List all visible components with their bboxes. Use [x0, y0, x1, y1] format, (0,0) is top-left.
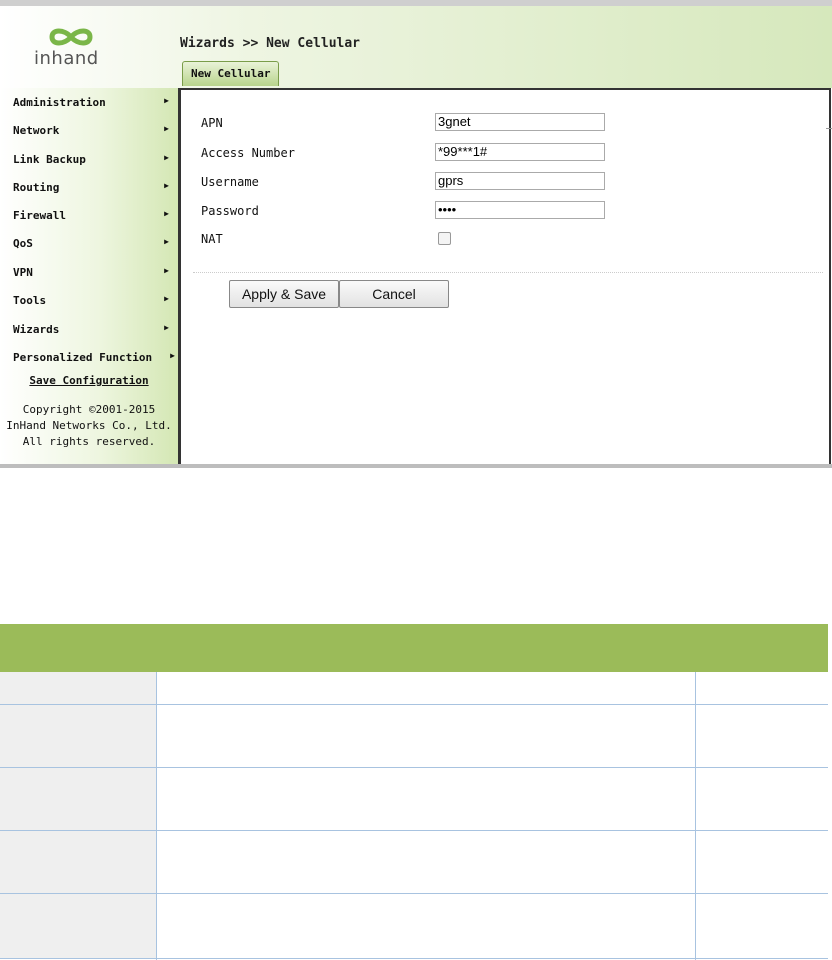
username-input[interactable]: gprs [435, 172, 605, 190]
logo-text: inhand [34, 48, 99, 69]
content-panel: APN 3gnet Access Number *99***1# Usernam… [178, 88, 831, 466]
table-row [0, 672, 828, 705]
tab-new-cellular[interactable]: New Cellular [182, 61, 280, 86]
copyright-line: Copyright ©2001-2015 [22, 403, 156, 416]
router-web-ui: inhand Wizards >> New Cellular New Cellu… [0, 0, 832, 468]
chevron-right-icon: ▶ [164, 153, 169, 162]
cancel-button[interactable]: Cancel [339, 280, 449, 308]
sidebar-item-label: Routing [13, 181, 60, 194]
apply-save-button[interactable]: Apply & Save [229, 280, 339, 308]
header: inhand Wizards >> New Cellular New Cellu… [0, 6, 832, 88]
sidebar-item-wizards[interactable]: Wizards ▶ [13, 323, 169, 336]
parameter-table [0, 624, 828, 960]
nat-label: NAT [201, 232, 223, 246]
sidebar-item-label: Tools [13, 294, 47, 307]
sidebar-item-firewall[interactable]: Firewall ▶ [13, 209, 169, 222]
table-cell [0, 831, 156, 893]
sidebar-item-qos[interactable]: QoS ▶ [13, 237, 169, 250]
chevron-right-icon: ▶ [164, 294, 169, 303]
username-label: Username [201, 175, 259, 189]
copyright: Copyright ©2001-2015 InHand Networks Co.… [0, 402, 178, 450]
sidebar-item-vpn[interactable]: VPN ▶ [13, 266, 169, 279]
sidebar-item-administration[interactable]: Administration ▶ [13, 96, 169, 109]
nat-checkbox[interactable] [438, 232, 451, 245]
chevron-right-icon: ▶ [164, 209, 169, 218]
scrollbar-edge [826, 128, 832, 129]
copyright-line: InHand Networks Co., Ltd. [6, 419, 172, 432]
table-divider [695, 672, 696, 960]
sidebar-item-label: Wizards [13, 323, 60, 336]
sidebar-item-routing[interactable]: Routing ▶ [13, 181, 169, 194]
table-cell [0, 672, 156, 704]
sidebar-item-label: Personalized Function [13, 351, 153, 364]
inhand-logo: inhand [30, 26, 110, 76]
table-row [0, 831, 828, 894]
password-label: Password [201, 204, 259, 218]
sidebar-item-label: Link Backup [13, 153, 86, 166]
sidebar-item-label: Network [13, 124, 60, 137]
table-cell [0, 705, 156, 767]
chevron-right-icon: ▶ [164, 96, 169, 105]
sidebar-item-label: Firewall [13, 209, 66, 222]
password-input[interactable]: •••• [435, 201, 605, 219]
chevron-right-icon: ▶ [170, 351, 175, 360]
divider [193, 272, 823, 273]
chevron-right-icon: ▶ [164, 181, 169, 190]
save-configuration-link[interactable]: Save Configuration [0, 374, 178, 387]
breadcrumb: Wizards >> New Cellular [180, 36, 361, 51]
sidebar: Administration ▶ Network ▶ Link Backup ▶… [0, 88, 178, 464]
chevron-right-icon: ▶ [164, 266, 169, 275]
access-number-input[interactable]: *99***1# [435, 143, 605, 161]
table-cell [0, 894, 156, 958]
table-divider [156, 672, 157, 960]
table-cell [0, 768, 156, 830]
sidebar-item-network[interactable]: Network ▶ [13, 124, 169, 137]
table-row [0, 705, 828, 768]
window-bottom-frame [0, 464, 832, 468]
apn-label: APN [201, 116, 223, 130]
sidebar-item-label: VPN [13, 266, 33, 279]
sidebar-item-label: Administration [13, 96, 106, 109]
access-number-label: Access Number [201, 146, 295, 160]
infinity-logo-icon [49, 28, 93, 46]
sidebar-item-tools[interactable]: Tools ▶ [13, 294, 169, 307]
sidebar-item-link-backup[interactable]: Link Backup ▶ [13, 153, 169, 166]
table-row [0, 768, 828, 831]
chevron-right-icon: ▶ [164, 124, 169, 133]
sidebar-item-personalized-function[interactable]: Personalized Function ▶ [13, 351, 175, 364]
table-row [0, 894, 828, 959]
apn-input[interactable]: 3gnet [435, 113, 605, 131]
table-header [0, 624, 828, 672]
sidebar-item-label: QoS [13, 237, 33, 250]
copyright-line: All rights reserved. [22, 435, 156, 448]
chevron-right-icon: ▶ [164, 323, 169, 332]
chevron-right-icon: ▶ [164, 237, 169, 246]
